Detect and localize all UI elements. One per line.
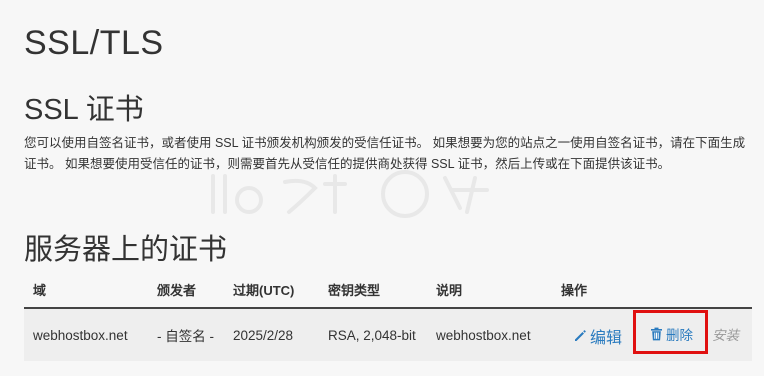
column-header-expires[interactable]: 过期(UTC) (224, 271, 319, 309)
ssl-tls-page: SSL/TLS SSL 证书 您可以使用自签名证书，或者使用 SSL 证书颁发机… (0, 0, 764, 376)
pencil-icon (575, 330, 586, 341)
page-title: SSL/TLS (24, 24, 164, 62)
watermark-logo (211, 170, 489, 218)
cell-key-type: RSA, 2,048-bit (319, 308, 427, 361)
column-header-actions: 操作 (552, 271, 752, 309)
edit-button[interactable]: 编辑 (573, 324, 622, 348)
delete-label: 删除 (666, 328, 693, 343)
column-header-domain[interactable]: 域 (24, 271, 148, 309)
cell-description: webhostbox.net (427, 308, 552, 361)
edit-label: 编辑 (590, 330, 623, 347)
cell-domain: webhostbox.net (24, 308, 148, 361)
server-certificates-heading: 服务器上的证书 (24, 234, 228, 266)
trash-icon (651, 327, 662, 341)
column-header-issuer[interactable]: 颁发者 (148, 271, 224, 309)
column-header-key-type[interactable]: 密钥类型 (319, 271, 427, 309)
ssl-certificates-heading: SSL 证书 (24, 94, 144, 126)
install-button[interactable]: 安装 (712, 324, 739, 344)
table-row: webhostbox.net - 自签名 - 2025/2/28 RSA, 2,… (24, 308, 752, 361)
cell-issuer: - 自签名 - (148, 308, 224, 361)
column-header-description[interactable]: 说明 (427, 271, 552, 309)
table-header-row: 域 颁发者 过期(UTC) 密钥类型 说明 操作 (24, 271, 752, 309)
delete-button[interactable]: 删除 (650, 324, 693, 344)
certificates-table: 域 颁发者 过期(UTC) 密钥类型 说明 操作 webhostbox.net … (24, 271, 752, 361)
cell-expires: 2025/2/28 (224, 308, 319, 361)
